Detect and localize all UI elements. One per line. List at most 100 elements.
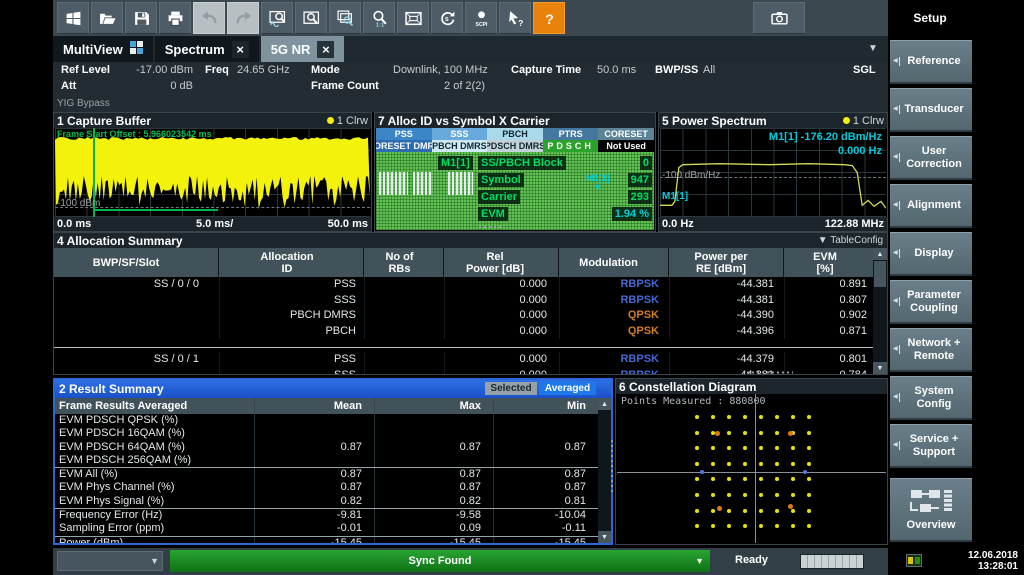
table-row[interactable]: PBCH0.000QPSK-44.3960.871 <box>54 324 875 340</box>
open-button[interactable] <box>91 2 123 34</box>
scroll-down-icon[interactable]: ▼ <box>598 531 611 543</box>
tableconfig-button[interactable]: ▼ TableConfig <box>818 235 883 246</box>
result-table-body: EVM PDSCH QPSK (%)EVM PDSCH 16QAM (%)EVM… <box>55 414 598 543</box>
ref-level-value[interactable]: -17.00 dBm <box>115 64 193 76</box>
splitter-handle[interactable] <box>743 369 793 376</box>
table-row[interactable]: SSS0.000RBPSK-44.3810.807 <box>54 293 875 309</box>
tab-overflow-dropdown-icon[interactable]: ▼ <box>868 43 876 54</box>
scroll-up-icon[interactable]: ▲ <box>598 398 611 410</box>
selected-toggle[interactable]: Selected <box>485 382 537 395</box>
result-row[interactable]: Sampling Error (ppm)-0.010.09-0.11 <box>55 522 598 535</box>
constellation-point <box>727 477 731 481</box>
averaged-toggle[interactable]: Averaged <box>539 382 596 395</box>
result-row[interactable]: EVM All (%)0.870.870.87 <box>55 467 598 481</box>
softkey-service-support[interactable]: ◀Service +Support <box>890 424 972 468</box>
zoom-multiple-button[interactable] <box>329 2 361 34</box>
result-row[interactable]: EVM PDSCH 256QAM (%) <box>55 454 598 467</box>
att-value[interactable]: 0 dB <box>115 80 193 92</box>
softkey-transducer[interactable]: ◀Transducer <box>890 88 972 132</box>
result-row[interactable]: Frequency Error (Hz)-9.81-9.58-10.04 <box>55 508 598 522</box>
tab-multiview[interactable]: MultiView <box>53 36 155 62</box>
cell-slot <box>54 293 219 309</box>
softkey-user-correction[interactable]: ◀UserCorrection <box>890 136 972 180</box>
trace-label: 1 Clrw <box>337 115 368 127</box>
alloc-info-label: EVM <box>478 207 508 221</box>
mode-label: Mode <box>311 64 340 76</box>
result-row[interactable]: EVM PDSCH QPSK (%) <box>55 414 598 427</box>
scroll-down-icon[interactable]: ▼ <box>873 362 887 374</box>
alloc-id-header: 7 Alloc ID vs Symbol X Carrier <box>375 113 655 128</box>
print-button[interactable] <box>159 2 191 34</box>
save-button[interactable] <box>125 2 157 34</box>
mode-value[interactable]: Downlink, 100 MHz <box>393 64 488 76</box>
splitter-handle[interactable] <box>476 224 504 230</box>
softkey-display[interactable]: ◀Display <box>890 232 972 276</box>
bwp-ss-value[interactable]: All <box>703 64 715 76</box>
constellation-point <box>743 446 747 450</box>
constellation-point <box>743 477 747 481</box>
table-row[interactable]: SS / 0 / 0PSS0.000RBPSK-44.3810.891 <box>54 277 875 293</box>
marker-m1-tag[interactable]: M1[1]▼ <box>586 174 610 192</box>
result-row[interactable]: EVM Phys Channel (%)0.870.870.87 <box>55 481 598 494</box>
result-value: 0.87 <box>493 468 598 481</box>
tableconfig-label: TableConfig <box>830 235 883 246</box>
screenshot-button[interactable] <box>753 2 805 34</box>
softkey-arrow-icon: ◀ <box>893 153 900 162</box>
scroll-thumb[interactable] <box>874 261 886 287</box>
result-summary-panel[interactable]: 2 Result Summary Selected Averaged Frame… <box>53 378 613 545</box>
softkey-sidebar: Setup ◀Reference◀Transducer◀UserCorrecti… <box>888 0 1024 575</box>
help-button[interactable]: ? <box>533 2 565 34</box>
refresh-sequence-button[interactable]: s <box>431 2 463 34</box>
constellation-panel[interactable]: 6 Constellation Diagram Points Measured … <box>615 378 888 545</box>
softkey-network-remote[interactable]: ◀Network +Remote <box>890 328 972 372</box>
marker-m1-tag[interactable]: M1[1] <box>662 191 688 202</box>
chevron-down-icon[interactable]: ▼ <box>695 556 704 566</box>
zoom-1to1-button[interactable]: 1:1 <box>363 2 395 34</box>
softkey-reference[interactable]: ◀Reference <box>890 40 972 84</box>
alloc-map-plot[interactable]: M1[1]SS/PBCH Block0Symbol947Carrier293EV… <box>376 152 654 230</box>
status-dropdown[interactable]: ▼ <box>57 551 163 571</box>
tab-close-icon[interactable]: × <box>232 41 249 58</box>
result-header-frame-results-averaged: Frame Results Averaged <box>55 398 254 414</box>
windows-button[interactable] <box>57 2 89 34</box>
tab-close-icon[interactable]: × <box>317 41 334 58</box>
softkey-alignment[interactable]: ◀Alignment <box>890 184 972 228</box>
zoom-selection-button[interactable] <box>295 2 327 34</box>
softkey-parameter-coupling[interactable]: ◀ParameterCoupling <box>890 280 972 324</box>
allocation-scrollbar[interactable]: ▲ ▼ <box>873 248 887 374</box>
undo-icon <box>201 10 218 27</box>
overview-button[interactable]: Overview <box>890 478 972 542</box>
sync-status-bar[interactable]: Sync Found ▼ <box>170 550 710 572</box>
table-row[interactable]: SS / 0 / 1PSS0.000RBPSK-44.3790.801 <box>54 352 875 368</box>
result-row[interactable]: Power (dBm)-15.45-15.45-15.45 <box>55 536 598 543</box>
alloc-id-panel[interactable]: 7 Alloc ID vs Symbol X Carrier PSSSSSPBC… <box>374 112 656 232</box>
splitter-handle[interactable] <box>609 440 615 492</box>
capture-buffer-plot[interactable]: Frame Start Offset : 5.966023542 ms -100… <box>55 128 370 217</box>
result-label: Frequency Error (Hz) <box>55 509 254 522</box>
context-help-button[interactable]: ? <box>499 2 531 34</box>
table-row[interactable]: PBCH DMRS0.000QPSK-44.3900.902 <box>54 308 875 324</box>
result-row[interactable]: EVM PDSCH 16QAM (%) <box>55 427 598 440</box>
result-row[interactable]: EVM PDSCH 64QAM (%)0.870.870.87 <box>55 441 598 454</box>
constellation-point-highlight <box>788 504 793 509</box>
display-button[interactable] <box>397 2 429 34</box>
softkey-system-config[interactable]: ◀SystemConfig <box>890 376 972 420</box>
freq-value[interactable]: 24.65 GHz <box>237 64 290 76</box>
column-header-no-of: No ofRBs <box>364 248 444 277</box>
scpi-recorder-button[interactable]: SCPI <box>465 2 497 34</box>
constellation-plot[interactable]: Points Measured : 880800 <box>617 394 886 543</box>
zoom-signal-button[interactable] <box>261 2 293 34</box>
allocation-summary-panel[interactable]: 4 Allocation Summary ▼ TableConfig BWP/S… <box>53 232 888 375</box>
capture-time-value[interactable]: 50.0 ms <box>597 64 636 76</box>
result-value: -9.58 <box>374 509 493 522</box>
tab-5g-nr[interactable]: 5G NR× <box>261 36 347 62</box>
scroll-up-icon[interactable]: ▲ <box>873 248 887 260</box>
power-spectrum-panel[interactable]: 5 Power Spectrum 1 Clrw M1[1] -176.20 dB… <box>658 112 888 232</box>
constellation-point <box>759 493 763 497</box>
tab-spectrum[interactable]: Spectrum× <box>155 36 261 62</box>
power-spectrum-plot[interactable]: M1[1] -176.20 dBm/Hz 0.000 Hz -100 dBm/H… <box>660 128 886 217</box>
capture-buffer-panel[interactable]: 1 Capture Buffer 1 Clrw Frame Start Offs… <box>53 112 372 232</box>
date-time: 12.06.2018 13:28:01 <box>968 550 1018 572</box>
result-row[interactable]: EVM Phys Signal (%)0.820.820.81 <box>55 495 598 508</box>
frame-count-value[interactable]: 2 of 2(2) <box>413 80 485 92</box>
